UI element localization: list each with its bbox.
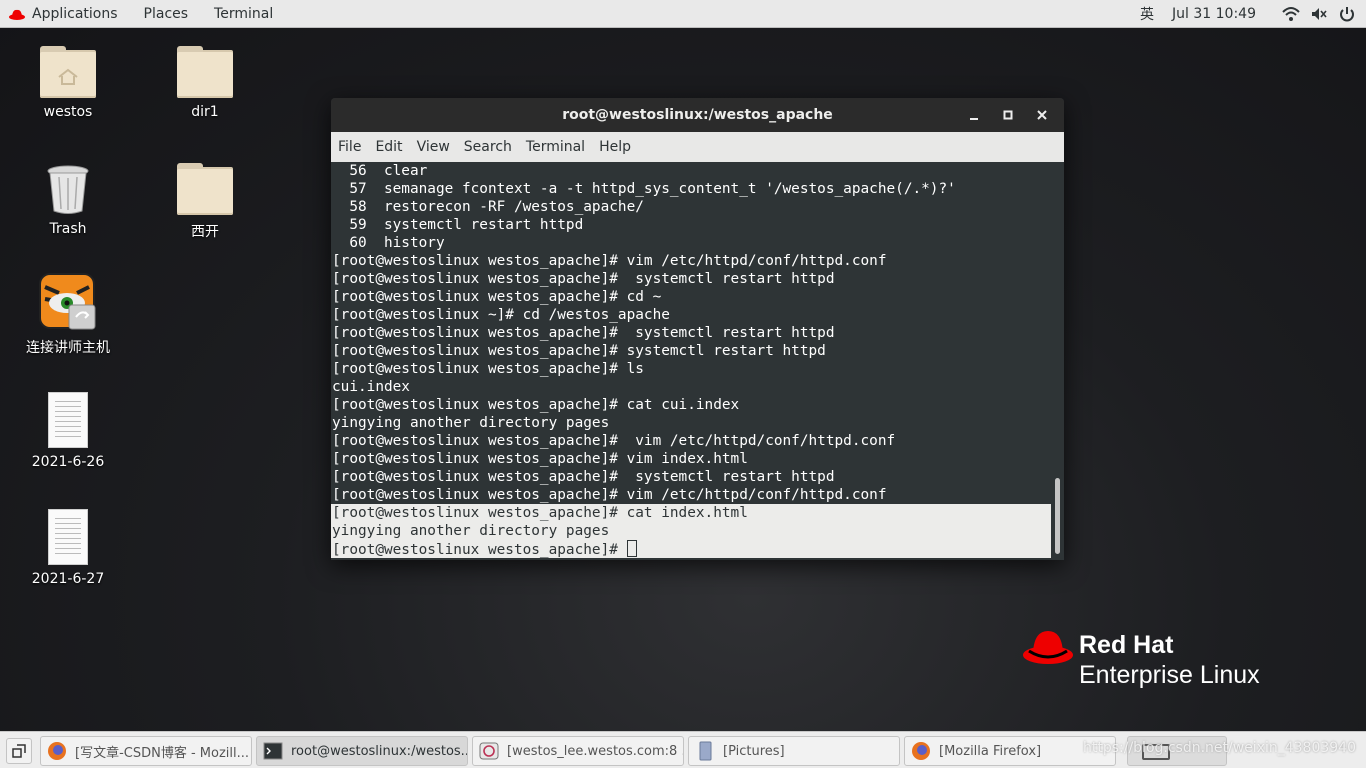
terminal-line: 57 semanage fcontext -a -t httpd_sys_con… xyxy=(332,181,956,197)
minimize-icon xyxy=(970,118,978,120)
terminal-line: 58 restorecon -RF /westos_apache/ xyxy=(332,199,644,215)
tiger-vnc-icon xyxy=(39,273,96,330)
terminal-menubar: File Edit View Search Terminal Help xyxy=(331,132,1064,162)
files-icon xyxy=(699,741,712,761)
places-label: Places xyxy=(143,5,189,22)
desktop-icon-2021-6-27[interactable]: 2021-6-27 xyxy=(13,507,123,587)
terminal-line: [root@westoslinux westos_apache]# vim /e… xyxy=(332,253,887,269)
terminal-line: [root@westoslinux westos_apache]# vim /e… xyxy=(332,487,887,503)
terminal-icon xyxy=(263,742,283,760)
desktop-icon-label: Trash xyxy=(49,221,87,237)
terminal-line: [root@westoslinux westos_apache]# vim /e… xyxy=(332,433,896,449)
taskbar-item-label: [写文章-CSDN博客 - Mozill... xyxy=(75,745,250,761)
top-bar: Applications Places Terminal 英 Jul 31 10… xyxy=(0,0,1366,28)
menu-help[interactable]: Help xyxy=(599,139,631,155)
brand-name: Red Hat xyxy=(1079,631,1174,659)
desktop-icon-label: 2021-6-27 xyxy=(31,571,105,587)
desktop-icon-label: 西开 xyxy=(191,224,219,240)
desktop-icon-trash[interactable]: Trash xyxy=(13,157,123,237)
terminal-line: [root@westoslinux westos_apache]# system… xyxy=(332,325,835,341)
maximize-button[interactable] xyxy=(996,103,1020,127)
terminal-line: yingying another directory pages xyxy=(332,415,610,431)
terminal-line: [root@westoslinux westos_apache]# ls xyxy=(332,361,644,377)
folder-icon xyxy=(177,46,233,98)
wifi-icon[interactable] xyxy=(1282,5,1300,23)
applications-menu[interactable]: Applications xyxy=(0,0,130,28)
taskbar-item-pictures[interactable]: [Pictures] xyxy=(688,736,900,766)
taskbar-item-remote-viewer[interactable]: [westos_lee.westos.com:8 ... xyxy=(472,736,684,766)
menu-search[interactable]: Search xyxy=(464,139,512,155)
terminal-output[interactable]: 56 clear 57 semanage fcontext -a -t http… xyxy=(331,162,1051,560)
close-icon xyxy=(1037,110,1047,120)
desktop-icon-connect-teacher-host[interactable]: 连接讲师主机 xyxy=(13,273,123,357)
document-icon xyxy=(48,509,88,565)
firefox-icon xyxy=(912,742,930,760)
desktop-icon-2021-6-26[interactable]: 2021-6-26 xyxy=(13,390,123,470)
close-button[interactable] xyxy=(1030,103,1054,127)
redhat-logo: Red Hat Enterprise Linux xyxy=(1021,627,1291,697)
taskbar-item-csdn-firefox[interactable]: [写文章-CSDN博客 - Mozill... xyxy=(40,736,252,766)
desktop-icon-label: westos xyxy=(43,104,93,120)
menu-terminal[interactable]: Terminal xyxy=(526,139,585,155)
terminal-line-selected: [root@westoslinux westos_apache]# cat in… xyxy=(331,504,1051,522)
terminal-line: 60 history xyxy=(332,235,445,251)
terminal-app-menu[interactable]: Terminal xyxy=(200,0,285,28)
terminal-window[interactable]: root@westoslinux:/westos_apache File Edi… xyxy=(331,98,1064,560)
window-titlebar[interactable]: root@westoslinux:/westos_apache xyxy=(331,98,1064,132)
terminal-line-selected: yingying another directory pages xyxy=(331,522,1051,540)
trash-icon xyxy=(47,165,89,214)
terminal-scrollbar[interactable] xyxy=(1051,162,1064,560)
clock[interactable]: Jul 31 10:49 xyxy=(1172,6,1256,22)
desktop-icon-label: 连接讲师主机 xyxy=(26,340,110,356)
terminal-line: [root@westoslinux westos_apache]# system… xyxy=(332,469,835,485)
input-method-indicator[interactable]: 英 xyxy=(1140,4,1154,24)
terminal-line: [root@westoslinux westos_apache]# system… xyxy=(332,343,826,359)
show-desktop-button[interactable] xyxy=(6,738,32,764)
remote-viewer-icon xyxy=(479,742,499,760)
desktop-icon-westos[interactable]: westos xyxy=(13,40,123,120)
terminal-line: [root@westoslinux westos_apache]# vim in… xyxy=(332,451,748,467)
terminal-line-selected: [root@westoslinux westos_apache]# xyxy=(331,540,1051,558)
menu-file[interactable]: File xyxy=(338,139,361,155)
menu-edit[interactable]: Edit xyxy=(375,139,402,155)
terminal-line: [root@westoslinux ~]# cd /westos_apache xyxy=(332,307,670,323)
applications-label: Applications xyxy=(32,5,118,22)
document-icon xyxy=(48,392,88,448)
watermark: https://blog.csdn.net/weixin_43803940 xyxy=(1082,740,1356,756)
terminal-line: 59 systemctl restart httpd xyxy=(332,217,584,233)
terminal-cursor xyxy=(626,540,637,557)
home-folder-icon xyxy=(40,46,96,98)
minimize-button[interactable] xyxy=(962,103,986,127)
power-icon[interactable] xyxy=(1338,5,1356,23)
show-desktop-icon xyxy=(12,744,26,758)
taskbar-item-label: root@westoslinux:/westos... xyxy=(291,743,468,759)
redhat-hat-icon xyxy=(1023,631,1073,664)
brand-product: Enterprise Linux xyxy=(1079,661,1260,689)
terminal-line: 56 clear xyxy=(332,163,428,179)
places-menu[interactable]: Places xyxy=(130,0,201,28)
terminal-line: cui.index xyxy=(332,379,410,395)
terminal-app-label: Terminal xyxy=(214,5,274,22)
volume-muted-icon[interactable] xyxy=(1310,5,1328,23)
folder-icon xyxy=(177,163,233,215)
menu-view[interactable]: View xyxy=(417,139,450,155)
redhat-hat-icon xyxy=(9,9,25,20)
taskbar-item-label: [westos_lee.westos.com:8 ... xyxy=(507,743,684,759)
taskbar-item-terminal[interactable]: root@westoslinux:/westos... xyxy=(256,736,468,766)
window-title: root@westoslinux:/westos_apache xyxy=(562,107,833,123)
taskbar-item-label: [Mozilla Firefox] xyxy=(939,743,1042,759)
firefox-icon xyxy=(48,742,66,760)
scrollbar-thumb[interactable] xyxy=(1055,478,1060,554)
desktop-icon-dir1[interactable]: dir1 xyxy=(150,40,260,120)
terminal-line: [root@westoslinux westos_apache]# cd ~ xyxy=(332,289,662,305)
desktop-icon-label: dir1 xyxy=(191,104,219,120)
terminal-line: [root@westoslinux westos_apache]# cat cu… xyxy=(332,397,740,413)
desktop-icon-label: 2021-6-26 xyxy=(31,454,105,470)
maximize-icon xyxy=(1003,110,1013,120)
taskbar-item-label: [Pictures] xyxy=(723,743,785,759)
terminal-line: [root@westoslinux westos_apache]# system… xyxy=(332,271,835,287)
taskbar: [写文章-CSDN博客 - Mozill... root@westoslinux… xyxy=(0,731,1366,768)
desktop-icon-xikai[interactable]: 西开 xyxy=(150,157,260,241)
